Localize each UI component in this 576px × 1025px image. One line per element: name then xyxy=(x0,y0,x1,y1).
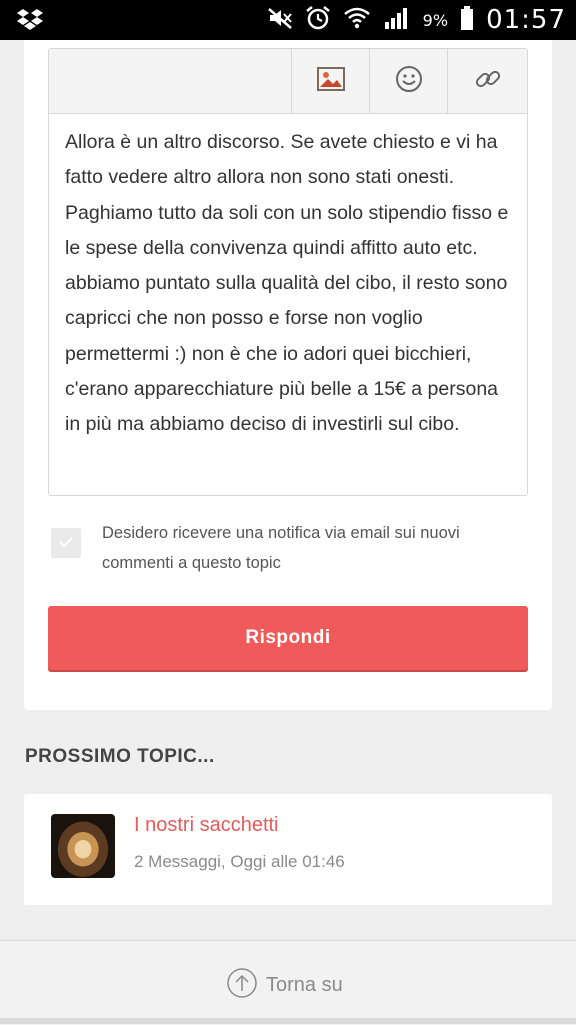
mute-icon xyxy=(267,6,293,34)
comment-editor: Allora è un altro discorso. Se avete chi… xyxy=(48,48,528,496)
clock: 01:57 xyxy=(486,5,566,35)
wifi-icon xyxy=(343,5,371,35)
insert-emoji-button[interactable] xyxy=(369,49,447,113)
battery-percent: 9% xyxy=(422,10,449,30)
arrow-up-circle-icon xyxy=(226,967,258,1003)
battery-icon xyxy=(460,5,474,35)
footer: Torna su xyxy=(0,940,576,1025)
reply-card: Allora è un altro discorso. Se avete chi… xyxy=(24,40,552,710)
next-topic-card[interactable]: I nostri sacchetti 2 Messaggi, Oggi alle… xyxy=(24,794,552,905)
notify-checkbox[interactable] xyxy=(51,528,81,558)
avatar xyxy=(51,814,115,878)
alarm-icon xyxy=(305,5,331,35)
next-topic-heading: PROSSIMO TOPIC... xyxy=(25,746,215,767)
notify-label: Desidero ricevere una notifica via email… xyxy=(102,524,460,572)
back-to-top-label: Torna su xyxy=(266,973,343,996)
checkmark-icon xyxy=(58,534,74,553)
link-icon xyxy=(473,64,503,98)
image-icon xyxy=(316,65,346,97)
next-topic-meta: 2 Messaggi, Oggi alle 01:46 xyxy=(134,852,345,871)
email-notification-option: Desidero ricevere una notifica via email… xyxy=(50,518,530,578)
editor-toolbar xyxy=(49,49,527,114)
emoji-icon xyxy=(394,64,424,98)
reply-button[interactable]: Rispondi xyxy=(48,606,528,670)
next-topic-title[interactable]: I nostri sacchetti xyxy=(134,814,279,837)
bottom-divider xyxy=(0,1018,576,1024)
dropbox-icon xyxy=(16,8,44,36)
insert-image-button[interactable] xyxy=(291,49,369,113)
signal-icon xyxy=(383,6,411,34)
insert-link-button[interactable] xyxy=(447,49,528,113)
back-to-top-link[interactable]: Torna su xyxy=(226,967,343,1003)
status-bar: 9% 01:57 xyxy=(0,0,576,40)
comment-textarea[interactable]: Allora è un altro discorso. Se avete chi… xyxy=(65,125,515,443)
